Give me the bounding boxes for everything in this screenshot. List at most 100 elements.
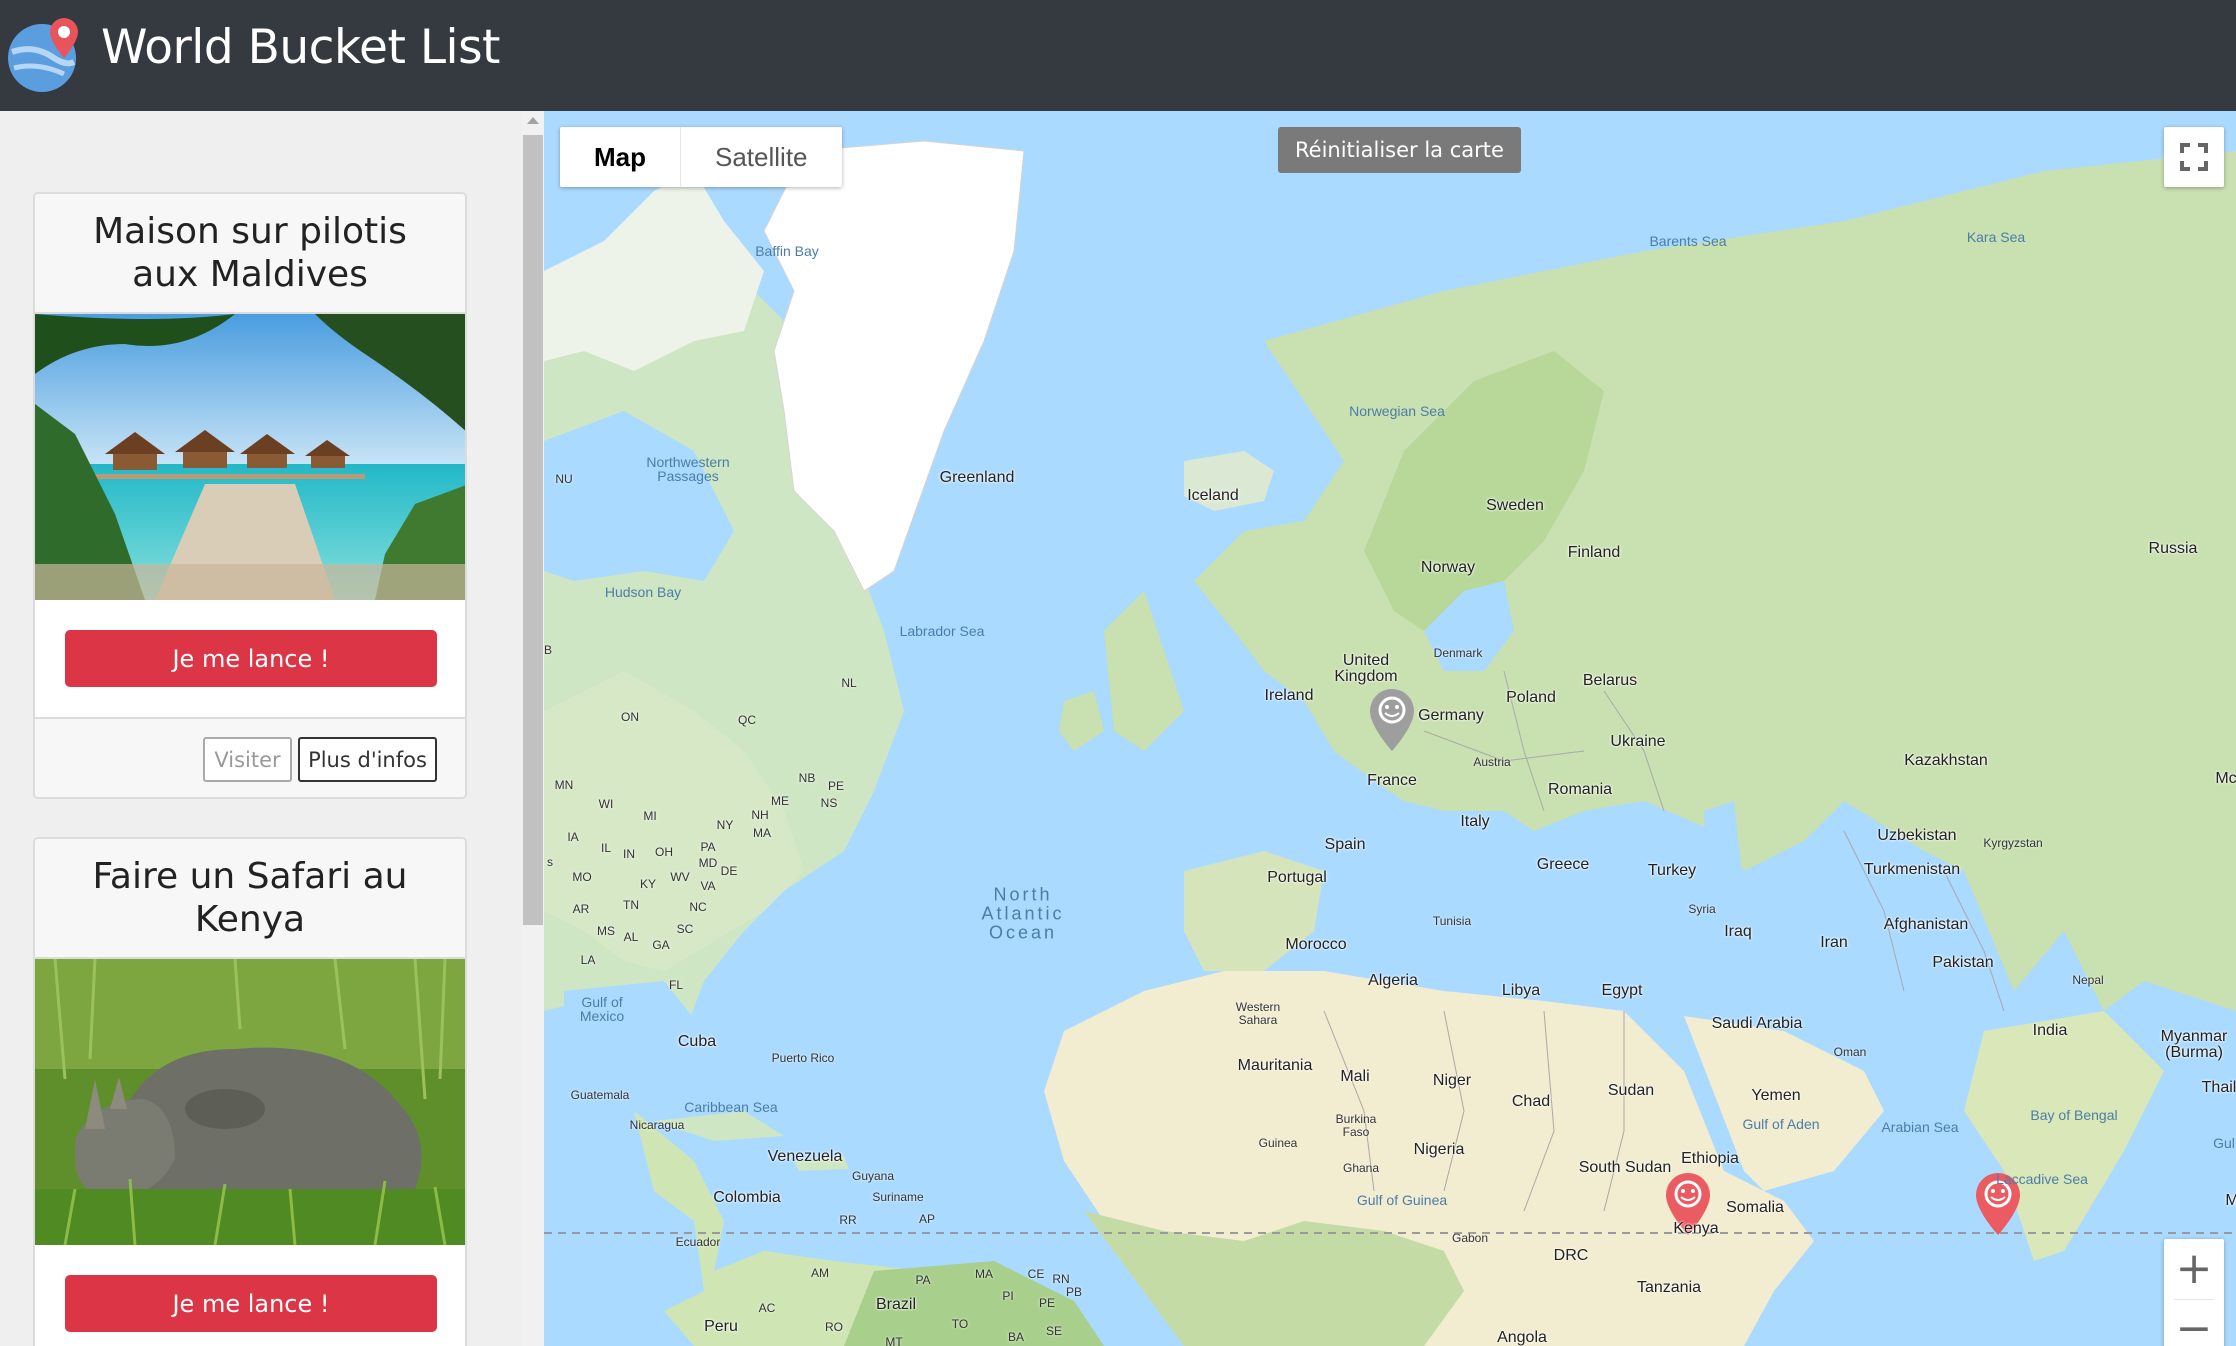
scroll-up-arrow-icon[interactable] (527, 117, 539, 124)
card-title: Maison sur pilotis aux Maldives (93, 211, 407, 295)
map-label: MO (572, 870, 592, 884)
map-label: Yemen (1751, 1087, 1801, 1104)
map-label: AM (811, 1266, 829, 1280)
map-label: Iraq (1724, 923, 1752, 940)
map-label: NS (820, 796, 838, 810)
map-label: AR (572, 902, 590, 916)
card-body: Je me lance ! (35, 600, 465, 717)
map-label: Kenya (1673, 1220, 1719, 1237)
card-body: Je me lance ! (35, 1245, 465, 1346)
map-label: NH (751, 808, 769, 822)
map-label: Afghanistan (1883, 916, 1969, 933)
map-label: Niger (1432, 1072, 1472, 1089)
map-label: NY (716, 818, 734, 832)
map-label: TO (951, 1317, 969, 1331)
more-info-button[interactable]: Plus d'infos (298, 737, 437, 782)
map-label: Cuba (677, 1033, 717, 1050)
map-label: IL (600, 841, 612, 855)
globe-pin-icon[interactable] (4, 14, 84, 94)
map-label: MS (597, 924, 615, 938)
start-button[interactable]: Je me lance ! (65, 630, 437, 687)
map-label: Ecuador (675, 1235, 721, 1249)
map-label: CE (1027, 1267, 1045, 1281)
map-label: Suriname (872, 1190, 924, 1204)
map-label: KY (639, 877, 657, 891)
map-label: NB (798, 771, 816, 785)
map-label: Nepal (2072, 973, 2104, 987)
map-label: Saudi Arabia (1711, 1015, 1803, 1032)
map-label: Kyrgyzstan (1983, 836, 2043, 850)
map-label: Colombia (713, 1189, 781, 1206)
map-label: RR (839, 1213, 857, 1227)
map-label: MD (698, 856, 718, 870)
sidebar-scrollbar[interactable] (522, 111, 544, 1346)
map-label: France (1367, 772, 1417, 789)
map-label: Algeria (1368, 972, 1418, 989)
map-label: Chad (1511, 1093, 1551, 1110)
map-label: IN (623, 847, 635, 861)
map-label: Brazil (875, 1296, 917, 1313)
map-label: Somalia (1726, 1199, 1784, 1216)
map-label: Angola (1497, 1329, 1547, 1346)
tab-map[interactable]: Map (560, 127, 680, 187)
map-label: Oman (1833, 1045, 1867, 1059)
map-label: PB (1065, 1285, 1083, 1299)
card-header: Faire un Safari au Kenya (35, 839, 465, 959)
map-label: NL (841, 676, 857, 690)
map-label: Myanmar (Burma) (2160, 1028, 2228, 1061)
map-label: SE (1045, 1324, 1063, 1338)
map-label: PA (915, 1273, 931, 1287)
map-label: Norway (1420, 559, 1476, 576)
map-label: RN (1052, 1272, 1070, 1286)
map-label: Sudan (1607, 1082, 1655, 1099)
map-label: United Kingdom (1334, 652, 1398, 685)
map-label: Kara Sea (1966, 229, 2026, 245)
map-label: NU (555, 472, 573, 486)
world-map[interactable]: Map Satellite Réinitialiser la carte + − (544, 111, 2236, 1346)
map-label: DRC (1553, 1247, 1589, 1264)
start-button[interactable]: Je me lance ! (65, 1275, 437, 1332)
map-label: Thail (2201, 1079, 2236, 1096)
card-title: Faire un Safari au Kenya (92, 856, 408, 940)
card-footer: Visiter Plus d'infos (35, 717, 465, 797)
map-label: Mauritania (1237, 1057, 1313, 1074)
map-label: Nigeria (1413, 1141, 1465, 1158)
map-label: Belarus (1582, 672, 1638, 689)
map-label: AP (918, 1212, 936, 1226)
map-label: Kazakhstan (1904, 752, 1988, 769)
map-label: Mali (1340, 1068, 1370, 1085)
map-label: Barents Sea (1649, 233, 1727, 249)
app-title: World Bucket List (101, 20, 501, 75)
map-label: Greenland (939, 469, 1015, 486)
map-label: MA (975, 1267, 993, 1281)
map-label: Peru (704, 1318, 738, 1335)
map-label: PE (1038, 1296, 1056, 1310)
zoom-out-button[interactable]: − (2164, 1299, 2224, 1346)
map-label: Baffin Bay (755, 243, 819, 259)
visit-button[interactable]: Visiter (203, 737, 292, 782)
map-label: Gulf of Mexico (579, 994, 625, 1024)
map-label: Laccadive Sea (1996, 1171, 2088, 1187)
map-label: Sweden (1486, 497, 1544, 514)
rhino-photo (35, 959, 465, 1245)
scrollbar-thumb[interactable] (523, 135, 543, 925)
reset-map-button[interactable]: Réinitialiser la carte (1278, 127, 1521, 173)
map-label: Libya (1501, 982, 1541, 999)
map-label: RO (825, 1320, 843, 1334)
map-label: MT (885, 1335, 903, 1346)
tab-satellite[interactable]: Satellite (680, 127, 842, 187)
map-label: Guinea (1258, 1136, 1298, 1150)
app-header: World Bucket List (0, 0, 2236, 111)
map-marker-icon[interactable] (1368, 687, 1416, 753)
fullscreen-icon[interactable] (2164, 127, 2224, 187)
map-label: Western Sahara (1235, 1000, 1281, 1027)
map-label: LA (580, 953, 596, 967)
map-label: Gulf of Aden (1742, 1116, 1820, 1132)
map-label: ON (621, 710, 639, 724)
bucket-list-sidebar: Maison sur pilotis aux Maldives Je me la… (0, 111, 544, 1346)
map-label: WI (598, 797, 614, 811)
map-label: Germany (1418, 707, 1484, 724)
map-label: Turkmenistan (1863, 861, 1961, 878)
zoom-in-button[interactable]: + (2164, 1239, 2224, 1299)
map-label: Caribbean Sea (684, 1099, 778, 1115)
